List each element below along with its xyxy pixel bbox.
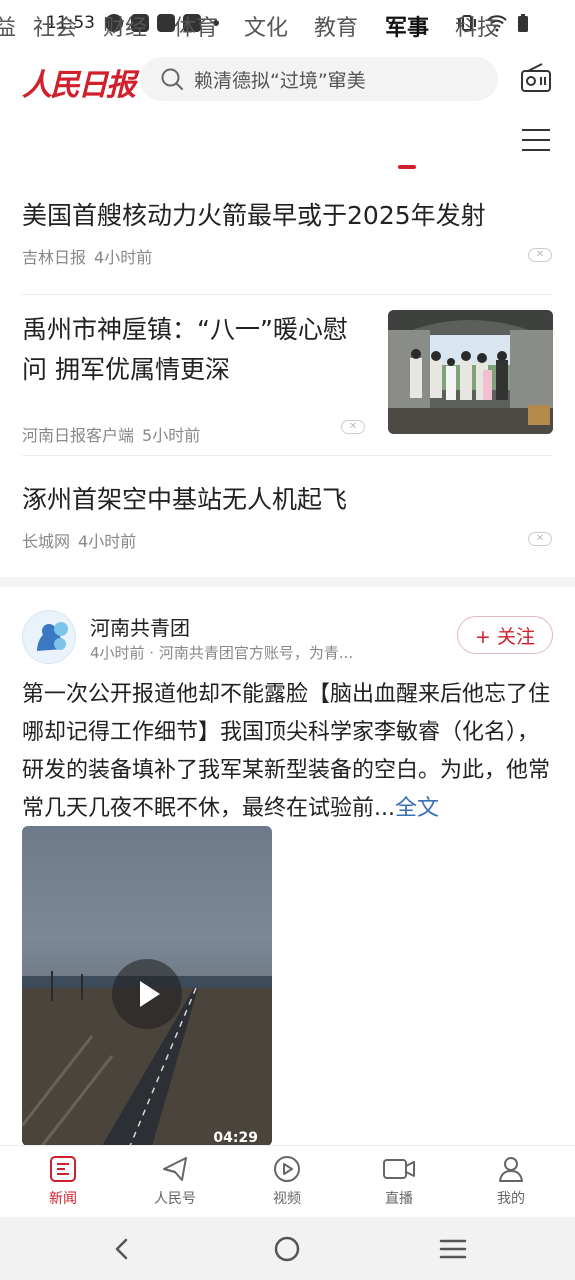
nav-label: 人民号 — [154, 1191, 196, 1207]
search-bar[interactable]: 赖清德拟“过境”窜美 — [140, 57, 498, 101]
news-item[interactable]: 涿州首架空中基站无人机起飞 长城网 4小时前 — [22, 480, 553, 552]
active-tab-indicator — [398, 165, 416, 169]
news-source: 吉林日报 — [22, 248, 87, 267]
nav-video[interactable]: 视频 — [247, 1154, 327, 1208]
video-duration: 04:29 — [213, 1130, 258, 1146]
nav-people[interactable]: 人民号 — [135, 1154, 215, 1208]
nav-label: 我的 — [497, 1191, 525, 1207]
news-time: 5小时前 — [142, 426, 201, 445]
tab-society[interactable]: 社会 — [33, 10, 77, 42]
account-name[interactable]: 河南共青团 — [90, 612, 190, 641]
play-icon[interactable] — [112, 959, 182, 1029]
news-item[interactable]: 美国首艘核动力火箭最早或于2025年发射 吉林日报 4小时前 — [22, 196, 553, 268]
video-icon — [274, 1156, 300, 1182]
news-source: 河南日报客户端 — [22, 426, 135, 445]
news-thumbnail[interactable] — [388, 310, 553, 434]
nav-news[interactable]: 新闻 — [23, 1154, 103, 1208]
app-header: 人民日报 赖清德拟“过境”窜美 — [0, 54, 575, 106]
radio-icon[interactable] — [520, 63, 552, 93]
dismiss-icon[interactable]: ✕ — [528, 248, 552, 262]
nav-profile[interactable]: 我的 — [471, 1154, 551, 1208]
recents-icon[interactable] — [439, 1238, 467, 1260]
nav-label: 直播 — [385, 1191, 413, 1207]
video-thumbnail[interactable]: 04:29 — [22, 826, 272, 1146]
nav-live[interactable]: 直播 — [359, 1154, 439, 1208]
read-more-link[interactable]: 全文 — [395, 796, 439, 821]
news-title: 禹州市神垕镇：“八一”暖心慰问 拥军优属情更深 — [22, 315, 348, 384]
news-time: 4小时前 — [94, 248, 153, 267]
battery-icon — [518, 14, 528, 32]
send-icon — [163, 1157, 187, 1181]
divider — [22, 455, 553, 456]
news-item[interactable]: 禹州市神垕镇：“八一”暖心慰问 拥军优属情更深 河南日报客户端 5小时前 — [22, 310, 372, 446]
live-camera-icon — [383, 1159, 415, 1179]
tab-technology[interactable]: 科技 — [455, 10, 499, 42]
news-meta: 河南日报客户端 5小时前 — [22, 422, 372, 446]
tab-partial[interactable]: 益 — [0, 10, 16, 42]
nav-label: 视频 — [273, 1191, 301, 1207]
dismiss-icon[interactable]: ✕ — [528, 532, 552, 546]
back-icon[interactable] — [110, 1237, 134, 1261]
post-header: 河南共青团 4小时前 · 河南共青团官方账号，为青... + 关注 — [22, 610, 553, 664]
news-title: 美国首艘核动力火箭最早或于2025年发射 — [22, 201, 486, 230]
bottom-nav: 新闻 人民号 视频 直播 我的 — [0, 1145, 575, 1217]
news-source: 长城网 — [22, 532, 71, 551]
post-text[interactable]: 第一次公开报道他却不能露脸【脑出血醒来后他忘了住哪却记得工作细节】我国顶尖科学家… — [22, 676, 553, 828]
mail-notification-icon — [157, 14, 175, 32]
news-title: 涿州首架空中基站无人机起飞 — [22, 485, 348, 514]
search-icon — [161, 68, 183, 90]
tab-finance[interactable]: 财经 — [103, 10, 147, 42]
tab-military[interactable]: 军事 — [385, 10, 429, 42]
tab-sports[interactable]: 体育 — [174, 10, 218, 42]
post-body: 第一次公开报道他却不能露脸【脑出血醒来后他忘了住哪却记得工作细节】我国顶尖科学家… — [22, 682, 551, 821]
account-subtitle: 4小时前 · 河南共青团官方账号，为青... — [90, 644, 354, 662]
app-logo[interactable]: 人民日报 — [22, 60, 136, 104]
menu-icon[interactable] — [522, 129, 550, 151]
system-nav-bar — [0, 1217, 575, 1280]
section-divider — [0, 577, 575, 587]
news-icon — [50, 1156, 76, 1182]
tab-education[interactable]: 教育 — [314, 10, 358, 42]
news-meta: 长城网 4小时前 — [22, 528, 553, 552]
follow-button[interactable]: + 关注 — [457, 616, 553, 654]
news-meta: 吉林日报 4小时前 — [22, 244, 553, 268]
account-avatar[interactable] — [22, 610, 76, 664]
dismiss-icon[interactable]: ✕ — [341, 420, 365, 434]
search-placeholder: 赖清德拟“过境”窜美 — [194, 69, 366, 92]
divider — [22, 294, 553, 295]
profile-icon — [499, 1157, 523, 1182]
news-time: 4小时前 — [78, 532, 137, 551]
tab-culture[interactable]: 文化 — [244, 10, 288, 42]
nav-label: 新闻 — [49, 1191, 77, 1207]
home-icon[interactable] — [274, 1236, 300, 1262]
